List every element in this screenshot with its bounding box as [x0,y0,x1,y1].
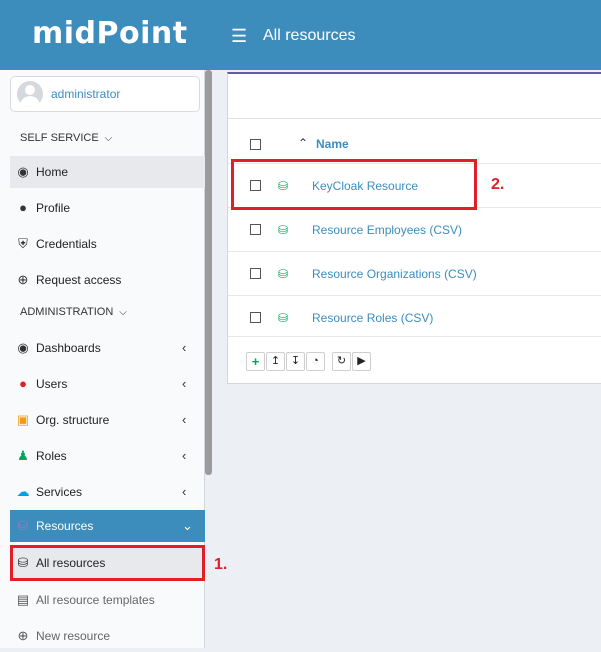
sidebar-item-label: Services [36,485,83,499]
pie-chart-add-icon[interactable]: ◔ [306,352,325,371]
file-icon: ▤ [16,592,30,607]
database-icon: ⛁ [278,223,289,237]
chevron-down-icon: ⌵ [104,133,113,144]
user-panel[interactable]: administrator [10,76,200,112]
sidebar-item-label: Resources [36,519,94,533]
sidebar-item-credentials[interactable]: ⛨ Credentials [10,228,205,260]
avatar [17,81,43,107]
sidebar-item-users[interactable]: ● Users ‹ [10,368,205,400]
sidebar-item-label: All resource templates [36,593,155,607]
row-checkbox[interactable] [250,224,261,235]
sidebar-item-label: Home [36,165,69,179]
sidebar-scrollbar[interactable] [205,70,212,475]
upload-icon[interactable]: ↥ [266,352,285,371]
building-icon: ▣ [16,412,30,427]
chevron-left-icon: ‹ [182,376,187,391]
section-label: ADMINISTRATION [20,306,114,318]
download-icon[interactable]: ↧ [286,352,305,371]
database-icon: ⛁ [278,311,289,325]
resource-link[interactable]: Resource Roles (CSV) [312,311,433,325]
callout-1: 1. [214,556,228,573]
sidebar-item-all-resource-templates[interactable]: ▤ All resource templates [10,584,205,616]
refresh-icon[interactable]: ↻ [332,352,351,371]
page-title: All resources [263,27,356,44]
sidebar-item-roles[interactable]: ♟ Roles ‹ [10,440,205,472]
highlight-box-1 [10,545,205,581]
table-toolbar: + ↥ ↧ ◔ ↻ ▶ [228,336,601,385]
chevron-down-icon: ⌵ [119,307,127,318]
sidebar-item-dashboards[interactable]: ◉ Dashboards ‹ [10,332,205,364]
user-icon: ● [19,376,27,391]
sort-ascending-icon[interactable]: ⌃ [298,136,308,150]
sidebar-item-label: New resource [36,629,111,643]
shield-icon: ⛨ [18,236,28,251]
sidebar-item-label: Request access [36,273,122,287]
sidebar-item-label: Roles [36,449,67,463]
sidebar-item-profile[interactable]: ● Profile [10,192,205,224]
cloud-icon: ☁ [16,484,30,499]
sidebar-item-request-access[interactable]: ⊕ Request access [10,264,205,296]
midpoint-logo[interactable]: midPoint [32,16,188,51]
section-self-service[interactable]: SELF SERVICE ⌵ [20,132,112,144]
chevron-left-icon: ‹ [182,412,187,427]
table-row[interactable]: ⛁ Resource Organizations (CSV) [228,251,601,296]
table-row[interactable]: ⛁ Resource Employees (CSV) [228,207,601,252]
row-checkbox[interactable] [250,268,261,279]
select-all-checkbox[interactable] [250,139,261,150]
logo-area[interactable]: midPoint [0,0,205,70]
chevron-left-icon: ‹ [182,484,187,499]
dashboard-icon: ◉ [17,164,29,179]
sidebar-item-resources[interactable]: ⛁ Resources ⌄ [10,510,205,542]
dashboard-icon: ◉ [17,340,29,355]
plus-circle-icon: ⊕ [17,628,29,643]
sidebar-item-org-structure[interactable]: ▣ Org. structure ‹ [10,404,205,436]
sidebar-item-new-resource[interactable]: ⊕ New resource [10,620,205,652]
section-label: SELF SERVICE [20,132,99,144]
database-icon: ⛁ [278,267,289,281]
user-icon: ● [19,200,27,215]
highlight-box-2 [231,159,477,210]
table-row[interactable]: ⛁ Resource Roles (CSV) [228,295,601,340]
column-header-name[interactable]: Name [316,137,349,151]
sidebar-item-label: Credentials [36,237,97,251]
play-icon[interactable]: ▶ [352,352,371,371]
plus-icon[interactable]: + [246,352,265,371]
chevron-left-icon: ‹ [182,448,187,463]
section-administration[interactable]: ADMINISTRATION ⌵ [20,306,127,318]
resource-link[interactable]: Resource Organizations (CSV) [312,267,477,281]
database-icon: ⛁ [17,518,29,533]
sidebar-item-label: Org. structure [36,413,110,427]
chevron-down-icon: ⌄ [182,518,193,533]
row-checkbox[interactable] [250,312,261,323]
street-view-icon: ♟ [17,448,29,463]
sidebar-item-label: Users [36,377,68,391]
sidebar-item-label: Dashboards [36,341,101,355]
resources-table-panel: ⌃ Name ⛁ KeyCloak Resource ⛁ Resource Em… [227,72,601,384]
resource-link[interactable]: Resource Employees (CSV) [312,223,462,237]
top-bar: ☰ All resources [205,0,601,70]
table-header-bar [228,74,601,119]
callout-2: 2. [491,176,505,193]
user-name[interactable]: administrator [51,87,120,101]
plus-circle-icon: ⊕ [17,272,29,287]
sidebar-item-home[interactable]: ◉ Home [10,156,205,188]
sidebar-item-label: Profile [36,201,71,215]
sidebar-item-services[interactable]: ☁ Services ‹ [10,476,205,508]
chevron-left-icon: ‹ [182,340,187,355]
menu-toggle-icon[interactable]: ☰ [231,27,247,45]
